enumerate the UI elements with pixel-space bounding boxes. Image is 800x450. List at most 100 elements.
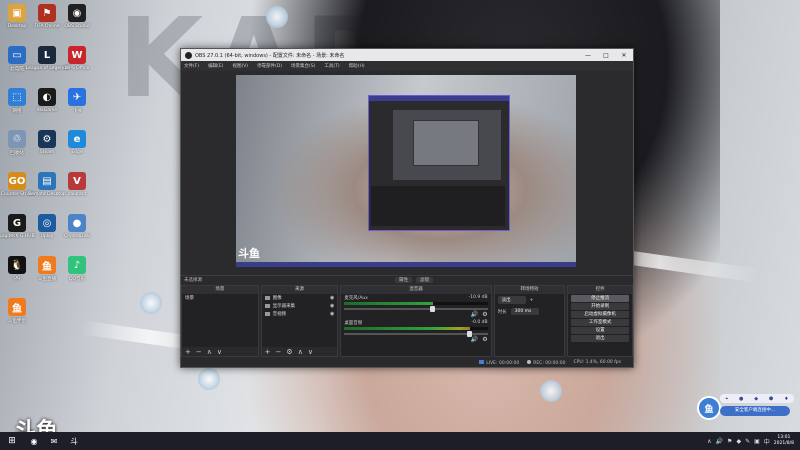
maximize-button[interactable]: □ bbox=[597, 52, 615, 59]
move-up-icon[interactable]: ∧ bbox=[298, 348, 303, 356]
desktop-icon[interactable]: ⚙ Steam bbox=[32, 130, 62, 155]
move-down-icon[interactable]: ∨ bbox=[217, 348, 222, 356]
stop-streaming-button[interactable]: 停止推流 bbox=[571, 295, 629, 302]
widget-tool-icon[interactable]: ♦ bbox=[784, 396, 788, 402]
desktop-icon[interactable]: ⚑ FIFA Online bbox=[32, 4, 62, 29]
remove-scene-icon[interactable]: − bbox=[196, 348, 202, 356]
visibility-eye-icon[interactable]: ◉ bbox=[330, 295, 334, 301]
minimize-button[interactable]: — bbox=[579, 52, 597, 59]
source-item[interactable]: 图像 ◉ bbox=[262, 294, 338, 302]
tray-overflow-icon[interactable]: ∧ bbox=[707, 438, 711, 445]
transitions-header: 转场特效 bbox=[494, 286, 565, 294]
visibility-eye-icon[interactable]: ◉ bbox=[330, 311, 334, 317]
add-transition-icon[interactable]: + bbox=[530, 298, 534, 303]
menu-tools[interactable]: 工具(T) bbox=[324, 63, 339, 69]
speaker-icon[interactable]: 🔊 bbox=[471, 311, 478, 318]
close-button[interactable]: ✕ bbox=[615, 52, 633, 59]
add-scene-icon[interactable]: + bbox=[185, 348, 191, 356]
volume-slider[interactable] bbox=[344, 306, 488, 312]
remove-source-icon[interactable]: − bbox=[276, 348, 282, 356]
transition-type-select[interactable]: 淡出 bbox=[497, 296, 526, 304]
media-icon bbox=[264, 312, 270, 316]
input-method-icon[interactable]: 中 bbox=[764, 437, 770, 446]
douyu-companion-widget[interactable]: ⌖ ● ◆ ⬢ ♦ 鱼 安全客户端连接中... bbox=[694, 386, 798, 424]
volume-slider[interactable] bbox=[344, 331, 488, 337]
desktop-icon[interactable]: W WPS Office bbox=[62, 46, 92, 71]
widget-tool-icon[interactable]: ◆ bbox=[754, 396, 758, 402]
douyu-badge-icon[interactable]: 鱼 bbox=[697, 396, 721, 420]
volume-icon[interactable]: 🔊 bbox=[716, 438, 723, 445]
source-item[interactable]: 音视频 ◉ bbox=[262, 310, 338, 318]
studio-mode-button[interactable]: 工作室模式 bbox=[571, 319, 629, 326]
visibility-eye-icon[interactable]: ◉ bbox=[330, 303, 334, 309]
duration-input[interactable]: 300 ms bbox=[510, 308, 539, 315]
app-icon: ♲ bbox=[8, 130, 26, 148]
taskbar-clock[interactable]: 13:01 2021/8/8 bbox=[774, 435, 794, 447]
start-virtual-camera-button[interactable]: 启动虚拟摄像机 bbox=[571, 311, 629, 318]
sources-dock: 来源 图像 ◉ 显示器采集 ◉ 音视频 ◉ + − ⚙ ∧ ∨ bbox=[260, 285, 339, 357]
desktop-icon[interactable]: ♪ QQ音乐 bbox=[62, 256, 92, 282]
desktop-icon[interactable]: 鱼斗鱼伴侣 bbox=[2, 298, 32, 324]
desktop-icon[interactable]: ◎ Uplay bbox=[32, 214, 62, 239]
desktop-icon[interactable]: V Valorant bbox=[62, 172, 92, 197]
channel-settings-gear-icon[interactable]: ⚙ bbox=[482, 311, 487, 318]
obs-preview[interactable]: 斗鱼 bbox=[236, 75, 576, 267]
mixer-channel-mic: 麦克风/Aux -10.9 dB 🔊 ⚙ bbox=[344, 295, 488, 318]
move-down-icon[interactable]: ∨ bbox=[308, 348, 313, 356]
taskbar-app-douyu-icon[interactable]: 斗 bbox=[66, 434, 82, 448]
tray-display-icon[interactable]: ▣ bbox=[754, 438, 760, 445]
desktop-icon[interactable]: ● CrystalDisk bbox=[62, 214, 92, 239]
settings-button[interactable]: 设置 bbox=[571, 327, 629, 334]
add-source-icon[interactable]: + bbox=[265, 348, 271, 356]
menu-scene-collection[interactable]: 场景集合(S) bbox=[291, 63, 315, 69]
preview-taskbar bbox=[236, 262, 576, 267]
widget-tool-icon[interactable]: ⬢ bbox=[769, 396, 773, 402]
app-icon: GO bbox=[8, 172, 26, 190]
menu-help[interactable]: 帮助(H) bbox=[349, 63, 365, 69]
exit-button[interactable]: 退出 bbox=[571, 335, 629, 342]
start-recording-button[interactable]: 开始录制 bbox=[571, 303, 629, 310]
desktop-icon[interactable]: ◉ OBS Studio bbox=[62, 4, 92, 29]
desktop-icon[interactable]: L League of Legends bbox=[26, 46, 68, 71]
scene-item[interactable]: 场景 bbox=[182, 294, 258, 302]
filters-button[interactable]: 滤镜 bbox=[416, 277, 433, 283]
desktop-icon[interactable]: ⬚ 网络 bbox=[2, 88, 32, 114]
tray-pen-icon[interactable]: ✎ bbox=[745, 438, 750, 445]
menu-view[interactable]: 视图(V) bbox=[232, 63, 248, 69]
desktop-icon[interactable]: 鱼斗鱼直播 bbox=[32, 256, 62, 282]
tray-app-icon[interactable]: ◆ bbox=[736, 438, 741, 445]
obs-window[interactable]: OBS 27.0.1 (64-bit, windows) - 配置文件: 未命名… bbox=[180, 48, 634, 368]
sources-header: 来源 bbox=[261, 286, 338, 294]
desktop-icon[interactable]: 🐧 QQ bbox=[2, 256, 32, 281]
taskbar-app-mail-icon[interactable]: ✉ bbox=[46, 434, 62, 448]
start-button-icon[interactable]: ⊞ bbox=[0, 432, 24, 450]
app-icon: ⚙ bbox=[38, 130, 56, 148]
widget-tool-icon[interactable]: ● bbox=[739, 396, 743, 402]
volume-slider-knob[interactable] bbox=[467, 331, 473, 337]
tray-flag-icon[interactable]: ⚑ bbox=[727, 438, 732, 445]
desktop-icon-label: 回收站 bbox=[10, 151, 24, 156]
menu-edit[interactable]: 编辑(E) bbox=[208, 63, 223, 69]
menu-docks[interactable]: 停靠部件(D) bbox=[257, 63, 282, 69]
move-up-icon[interactable]: ∧ bbox=[207, 348, 212, 356]
obs-titlebar[interactable]: OBS 27.0.1 (64-bit, windows) - 配置文件: 未命名… bbox=[181, 49, 633, 61]
desktop-icon[interactable]: ▣ Desktop bbox=[2, 4, 32, 29]
channel-settings-gear-icon[interactable]: ⚙ bbox=[482, 336, 487, 343]
source-toolbar: 未选择源 属性 滤镜 bbox=[181, 275, 633, 284]
properties-button[interactable]: 属性 bbox=[395, 277, 412, 283]
speaker-icon[interactable]: 🔊 bbox=[471, 336, 478, 343]
desktop-icon[interactable]: ♲ 回收站 bbox=[2, 130, 32, 156]
menu-file[interactable]: 文件(F) bbox=[184, 63, 199, 69]
widget-tool-icon[interactable]: ⌖ bbox=[725, 396, 728, 402]
taskbar-app-obs-icon[interactable]: ◉ bbox=[26, 434, 42, 448]
source-item[interactable]: 显示器采集 ◉ bbox=[262, 302, 338, 310]
app-icon: ◎ bbox=[38, 214, 56, 232]
taskbar: ⊞ ◉ ✉ 斗 ∧ 🔊 ⚑ ◆ ✎ ▣ 中 13:01 2021/8/8 bbox=[0, 432, 800, 450]
source-settings-gear-icon[interactable]: ⚙ bbox=[286, 348, 292, 356]
desktop-icon[interactable]: G Logitech G HUB bbox=[0, 214, 35, 239]
desktop-icon[interactable]: ✈ 飞书 bbox=[62, 88, 92, 114]
desktop-icon[interactable]: ◐ WeGame bbox=[32, 88, 62, 113]
volume-slider-knob[interactable] bbox=[430, 306, 436, 312]
desktop-icon[interactable]: e Edge bbox=[62, 130, 92, 155]
desktop-icon[interactable]: ▤ Remote Desktop bbox=[28, 172, 66, 197]
